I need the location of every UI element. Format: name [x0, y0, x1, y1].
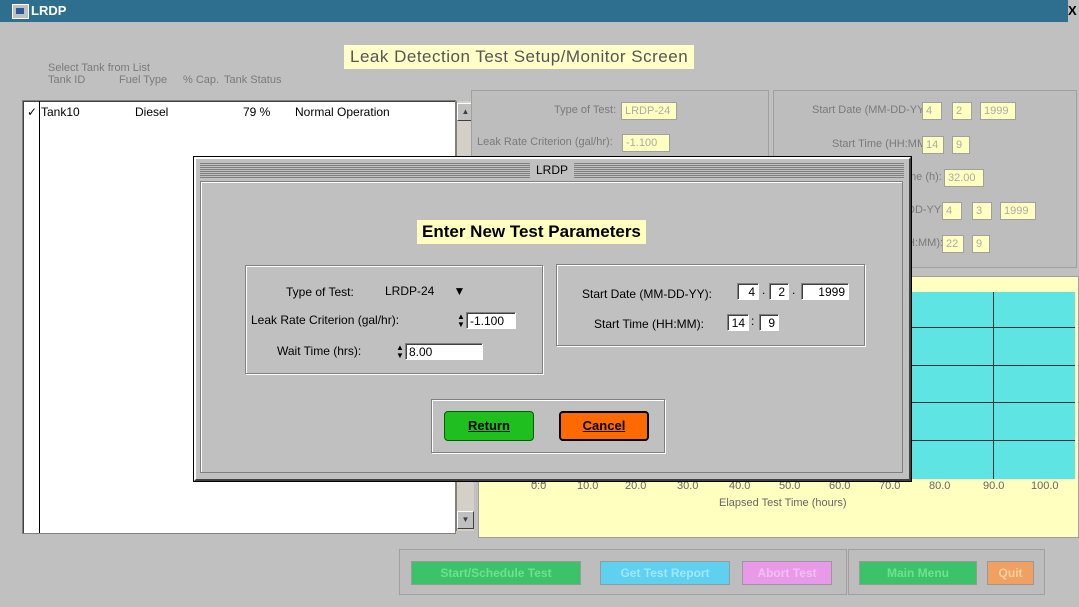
bg-start-year: 1999: [980, 102, 1016, 120]
dropdown-arrow-icon[interactable]: ▼: [452, 284, 467, 299]
window-title: LRDP: [31, 3, 67, 18]
type-of-test-label: Type of Test:: [286, 285, 354, 299]
close-icon[interactable]: X: [1068, 0, 1079, 22]
get-report-button[interactable]: Get Test Report: [600, 561, 730, 585]
bg-start-day: 2: [952, 102, 972, 120]
scroll-down-icon[interactable]: ▼: [457, 511, 474, 529]
x-tick: 20.0: [625, 480, 647, 492]
type-of-test-label: Type of Test:: [554, 104, 617, 116]
start-hour-input[interactable]: 14: [727, 314, 749, 331]
bg-end-minute: 9: [972, 235, 990, 253]
dialog-title-bar[interactable]: LRDP: [200, 162, 904, 178]
main-menu-button[interactable]: Main Menu: [859, 561, 977, 585]
date-separator: .: [762, 283, 766, 297]
gridline: [993, 292, 994, 479]
start-date-label: Start Date (MM-DD-YY):: [582, 287, 713, 301]
start-group: Start Date (MM-DD-YY): 4 . 2 . 1999 Star…: [556, 264, 865, 346]
dialog-heading: Enter New Test Parameters: [417, 220, 646, 244]
criterion-label: Leak Rate Criterion (gal/hr):: [477, 136, 613, 148]
header-fuel-type: Fuel Type: [119, 74, 168, 86]
capacity: 79 %: [243, 105, 271, 119]
x-tick: 100.0: [1031, 480, 1059, 492]
criterion-field: -1.100: [622, 134, 670, 152]
end-time-label-bg: H:MM):: [907, 237, 944, 249]
return-button[interactable]: Return: [444, 411, 534, 441]
gridline: [898, 440, 1075, 441]
x-tick: 80.0: [929, 480, 951, 492]
x-tick: 70.0: [879, 480, 901, 492]
start-minute-input[interactable]: 9: [759, 314, 779, 331]
x-tick: 90.0: [983, 480, 1005, 492]
bg-end-hour: 22: [942, 235, 964, 253]
tank-list-instruction: Select Tank from List: [48, 62, 150, 74]
time-separator: :: [751, 314, 755, 328]
test-type-group: Type of Test: LRDP-24 ▼ Leak Rate Criter…: [245, 265, 543, 374]
x-tick: 60.0: [829, 480, 851, 492]
plot-grid: [898, 292, 1075, 479]
bg-start-hour: 14: [922, 136, 944, 154]
list-divider: [39, 101, 40, 533]
criterion-input[interactable]: -1.100: [466, 312, 516, 329]
wait-spinner-icon[interactable]: ▲ ▼: [396, 344, 405, 360]
tank-status: Normal Operation: [295, 105, 390, 119]
app-icon[interactable]: [12, 4, 29, 19]
criterion-spinner-icon[interactable]: ▲ ▼: [457, 313, 466, 329]
start-month-input[interactable]: 4: [737, 283, 759, 300]
start-year-input[interactable]: 1999: [801, 283, 849, 300]
bg-start-month: 4: [922, 102, 942, 120]
start-date-label-bg: Start Date (MM-DD-YY):: [812, 104, 932, 116]
fuel-type: Diesel: [135, 105, 169, 119]
date-separator: .: [792, 283, 796, 297]
header-tank-id: Tank ID: [48, 74, 86, 86]
x-tick: 0.0: [531, 480, 547, 492]
dialog-body: Enter New Test Parameters Type of Test: …: [200, 181, 903, 473]
screen-title: Leak Detection Test Setup/Monitor Screen: [344, 45, 695, 69]
cancel-button[interactable]: Cancel: [559, 411, 649, 441]
header-tank-status: Tank Status: [224, 74, 282, 86]
gridline: [898, 402, 1075, 403]
type-of-test-select[interactable]: LRDP-24: [382, 283, 442, 300]
header-capacity: % Cap.: [183, 74, 220, 86]
bg-end-day: 3: [972, 202, 992, 220]
test-info-panel: Type of Test: LRDP-24 Leak Rate Criterio…: [471, 90, 769, 160]
x-tick: 40.0: [729, 480, 751, 492]
type-of-test-field: LRDP-24: [621, 102, 677, 120]
start-time-label: Start Time (HH:MM):: [594, 317, 704, 331]
check-icon: ✓: [27, 105, 38, 119]
x-axis-label: Elapsed Test Time (hours): [719, 497, 847, 509]
list-item[interactable]: ✓ Tank10 Diesel 79 % Normal Operation: [23, 105, 437, 121]
quit-button[interactable]: Quit: [987, 561, 1034, 585]
test-parameters-dialog: LRDP Enter New Test Parameters Type of T…: [194, 157, 911, 481]
gridline: [898, 365, 1075, 366]
x-tick: 10.0: [577, 480, 599, 492]
gridline: [898, 327, 1075, 328]
criterion-label: Leak Rate Criterion (gal/hr):: [251, 313, 400, 327]
bg-start-minute: 9: [952, 136, 970, 154]
abort-test-button[interactable]: Abort Test: [742, 561, 832, 585]
tank-id: Tank10: [41, 105, 80, 119]
x-tick: 30.0: [677, 480, 699, 492]
wait-time-input[interactable]: 8.00: [405, 343, 483, 360]
start-schedule-button[interactable]: Start/Schedule Test: [411, 561, 581, 585]
wait-time-label: Wait Time (hrs):: [277, 344, 362, 358]
title-bar: LRDP X: [0, 0, 1079, 22]
wait-label-bg: me (h):: [907, 171, 942, 183]
bg-wait-field: 32.00: [944, 169, 984, 187]
dialog-title: LRDP: [530, 162, 575, 178]
dialog-button-group: Return Cancel: [431, 399, 665, 453]
bg-end-year: 1999: [1000, 202, 1036, 220]
bg-end-month: 4: [942, 202, 962, 220]
x-tick: 50.0: [779, 480, 801, 492]
start-time-label-bg: Start Time (HH:MM):: [832, 138, 933, 150]
start-day-input[interactable]: 2: [769, 283, 789, 300]
